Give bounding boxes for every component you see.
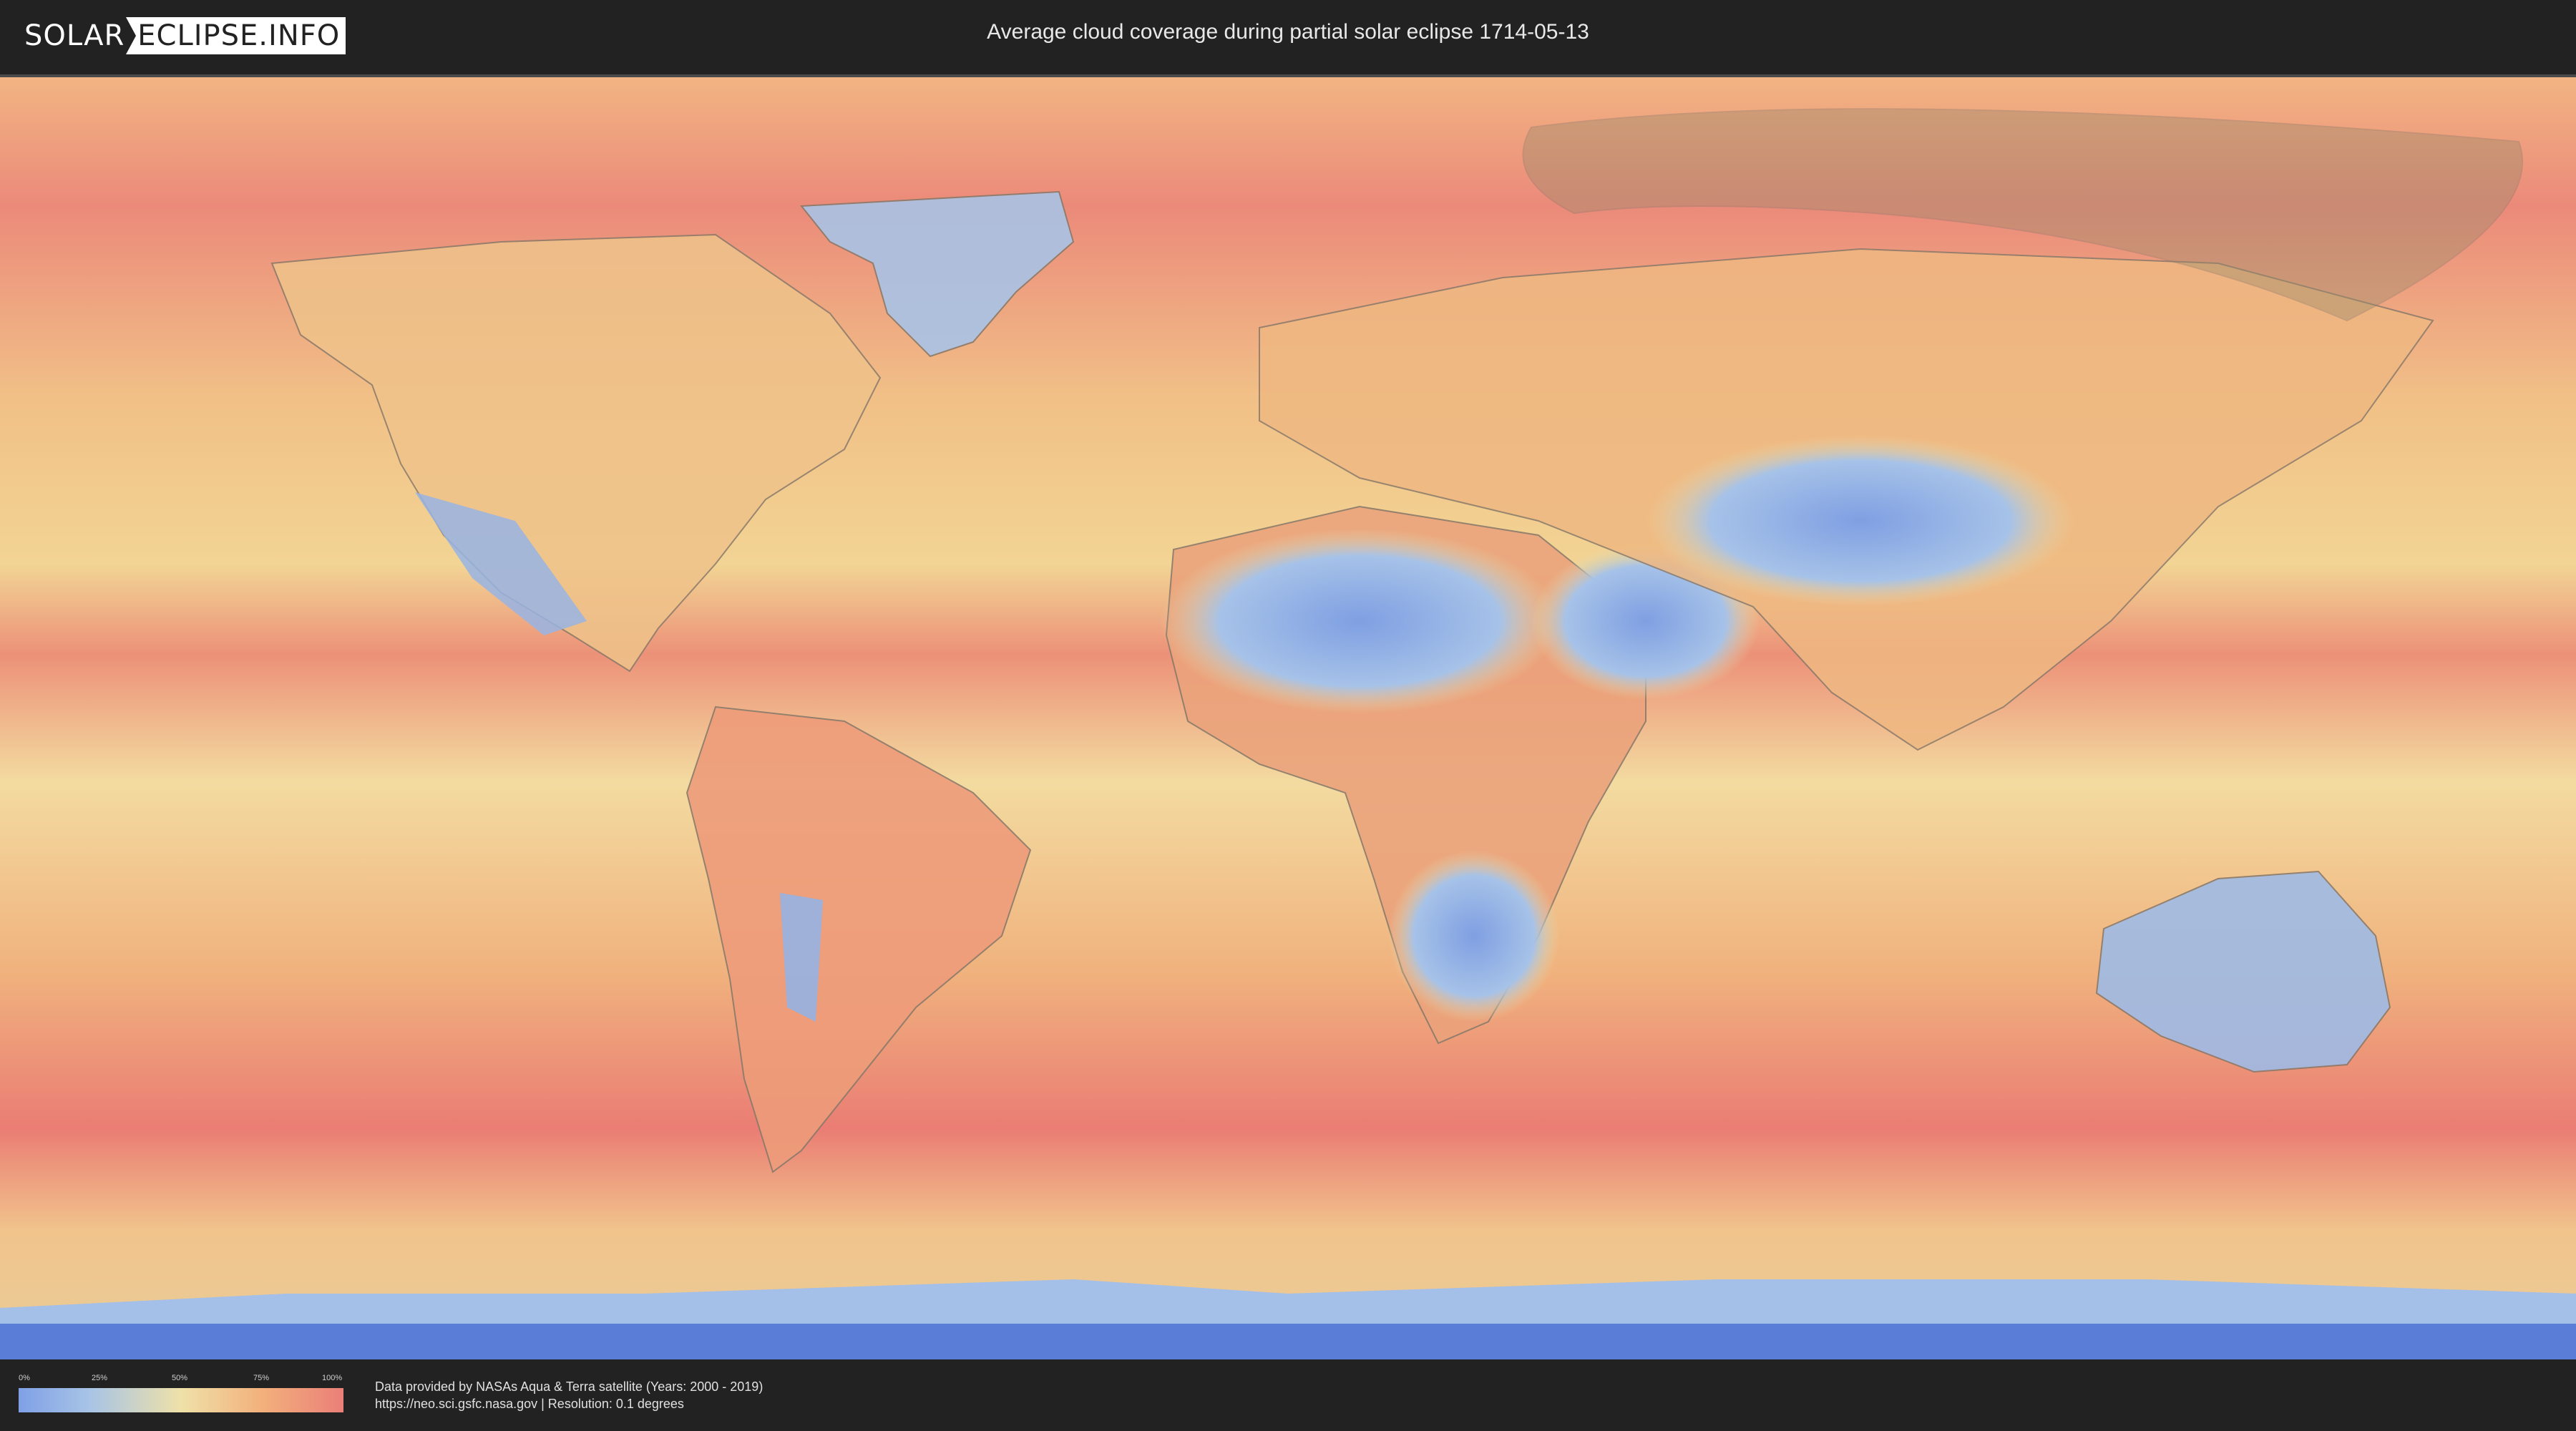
legend-color-bar xyxy=(19,1388,343,1412)
legend-tick-25: 25% xyxy=(92,1374,108,1382)
cloud-coverage-legend: 0% 25% 50% 75% 100% xyxy=(19,1374,343,1412)
antarctica-edge xyxy=(0,1324,2576,1359)
data-credits: Data provided by NASAs Aqua & Terra sate… xyxy=(375,1378,763,1412)
page-title: Average cloud coverage during partial so… xyxy=(987,20,1589,44)
credit-line-url[interactable]: https://neo.sci.gsfc.nasa.gov | Resoluti… xyxy=(375,1395,763,1412)
clear-region-southern-africa xyxy=(1388,850,1560,1022)
legend-ticks: 0% 25% 50% 75% 100% xyxy=(19,1374,343,1385)
legend-tick-100: 100% xyxy=(322,1374,343,1382)
credit-line-source: Data provided by NASAs Aqua & Terra sate… xyxy=(375,1379,763,1394)
cloud-coverage-map[interactable] xyxy=(0,77,2576,1359)
clear-region-sahara xyxy=(1159,528,1560,714)
header-bar: SOLAR ECLIPSE.INFO Average cloud coverag… xyxy=(0,0,2576,72)
clear-region-central-asia xyxy=(1646,435,2075,607)
legend-tick-50: 50% xyxy=(172,1374,188,1382)
footer-bar: 0% 25% 50% 75% 100% Data provided by NAS… xyxy=(0,1359,2576,1431)
legend-tick-75: 75% xyxy=(253,1374,270,1382)
legend-tick-0: 0% xyxy=(19,1374,30,1382)
